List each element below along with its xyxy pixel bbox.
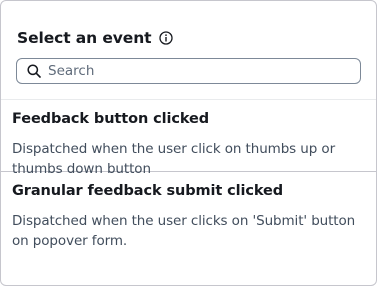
event-description: Dispatched when the user clicks on 'Subm… [12,213,356,249]
search-icon [27,64,41,78]
event-name: Feedback button clicked [12,111,210,127]
event-option-granular-feedback-submit-clicked[interactable]: Granular feedback submit clicked Dispatc… [1,171,376,259]
panel-header: Select an event [1,1,376,56]
event-name: Granular feedback submit clicked [12,183,284,199]
panel-title: Select an event [17,29,152,47]
search-container [1,56,376,84]
event-list: Feedback button clicked Dispatched when … [1,99,376,259]
search-input[interactable] [48,63,338,79]
event-selector-panel: Select an event Feedback button clicked … [0,0,377,286]
info-circle-icon[interactable] [159,31,174,45]
event-option-feedback-button-clicked[interactable]: Feedback button clicked Dispatched when … [1,100,376,177]
search-field[interactable] [16,58,361,84]
